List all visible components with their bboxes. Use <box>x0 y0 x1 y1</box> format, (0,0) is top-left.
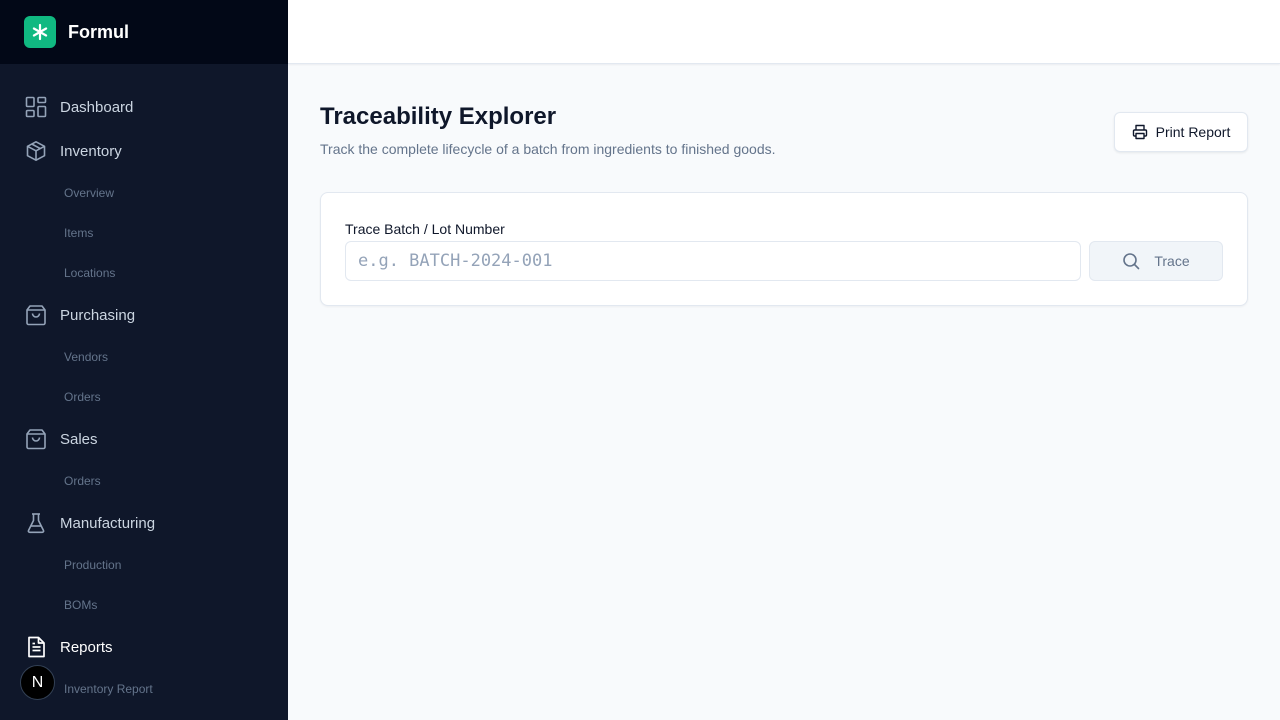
top-bar <box>288 0 1280 64</box>
sidebar-item-label: Reports <box>60 638 113 656</box>
logo-icon <box>24 16 56 48</box>
sidebar-item-label: Dashboard <box>60 98 134 116</box>
sidebar-subitem-items[interactable]: Items <box>64 221 93 245</box>
sidebar-subitem-inventory-report[interactable]: Inventory Report <box>64 677 153 701</box>
avatar[interactable]: N <box>20 665 55 700</box>
sidebar: Formul Dashboard Inventory Overview Item… <box>0 0 288 720</box>
page-subtitle: Track the complete lifecycle of a batch … <box>320 141 776 157</box>
sidebar-item-purchasing[interactable]: Purchasing <box>0 295 288 335</box>
sidebar-subitem-boms[interactable]: BOMs <box>64 593 97 617</box>
sidebar-subitem-production[interactable]: Production <box>64 553 121 577</box>
trace-button-label: Trace <box>1154 253 1190 269</box>
trace-field-label: Trace Batch / Lot Number <box>345 221 505 237</box>
sidebar-item-label: Manufacturing <box>60 514 156 532</box>
brand[interactable]: Formul <box>0 0 288 64</box>
sidebar-item-reports[interactable]: Reports <box>0 627 288 667</box>
sidebar-item-inventory[interactable]: Inventory <box>0 131 288 171</box>
sidebar-subitem-purchase-orders[interactable]: Orders <box>64 385 101 409</box>
trace-card: Trace Batch / Lot Number Trace <box>320 192 1248 306</box>
sidebar-item-label: Purchasing <box>60 306 136 324</box>
sidebar-item-dashboard[interactable]: Dashboard <box>0 87 288 127</box>
sidebar-item-label: Sales <box>60 430 98 448</box>
shopping-bag-icon <box>24 303 48 327</box>
sidebar-item-sales[interactable]: Sales <box>0 419 288 459</box>
file-text-icon <box>24 635 48 659</box>
sidebar-item-label: Inventory <box>60 142 122 160</box>
box-icon <box>24 139 48 163</box>
sidebar-item-manufacturing[interactable]: Manufacturing <box>0 503 288 543</box>
shopping-bag-icon <box>24 427 48 451</box>
printer-icon <box>1132 124 1148 140</box>
sidebar-subitem-overview[interactable]: Overview <box>64 181 114 205</box>
trace-button[interactable]: Trace <box>1089 241 1223 281</box>
main-content: Traceability Explorer Track the complete… <box>288 65 1280 720</box>
flask-icon <box>24 511 48 535</box>
sidebar-subitem-vendors[interactable]: Vendors <box>64 345 108 369</box>
batch-number-input[interactable] <box>345 241 1081 281</box>
search-icon <box>1122 252 1140 270</box>
print-report-button[interactable]: Print Report <box>1114 112 1248 152</box>
print-report-label: Print Report <box>1155 124 1231 140</box>
sidebar-subitem-sales-orders[interactable]: Orders <box>64 469 101 493</box>
sidebar-subitem-locations[interactable]: Locations <box>64 261 115 285</box>
app-name: Formul <box>68 21 129 42</box>
page-title: Traceability Explorer <box>320 103 557 130</box>
grid-icon <box>24 95 48 119</box>
